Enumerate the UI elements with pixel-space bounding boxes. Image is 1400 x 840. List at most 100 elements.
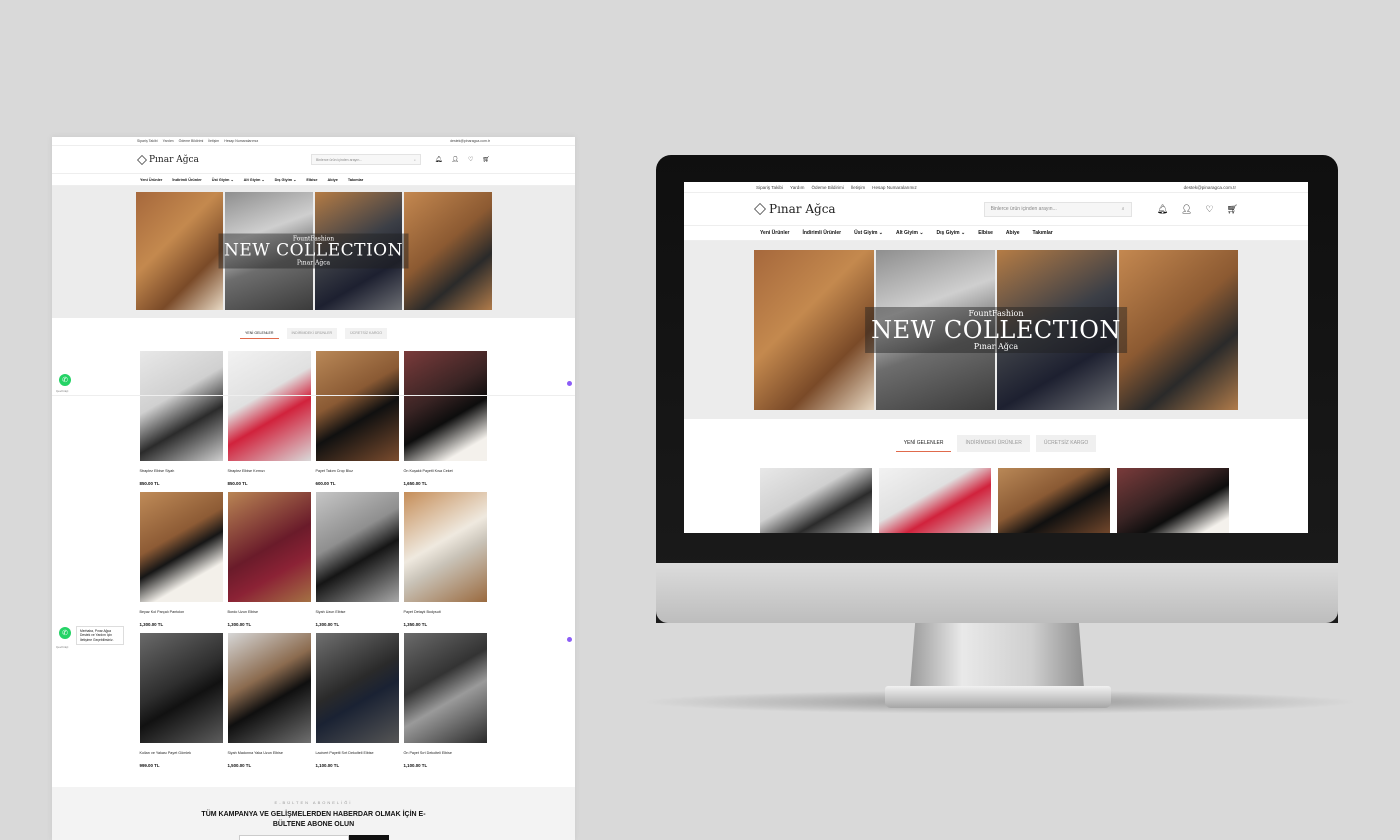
product-image[interactable] [315,492,399,602]
tab-discounted[interactable]: İNDİRİMDEKİ ÜRÜNLER [957,435,1030,452]
newsletter-email-field[interactable] [238,835,349,840]
link-bank-accounts[interactable]: Hesap Numaralarımız [224,139,258,143]
product-card[interactable]: Bordo Uzun Elbise 1,300.00 TL [227,492,311,627]
link-payment-notice[interactable]: Ödeme Bildirimi [179,139,204,143]
product-card[interactable]: Kolları ve Yakası Payet Gömlek 999.00 TL [139,633,223,768]
product-name[interactable]: Straplez Elbise Kırmızı [228,469,311,473]
logo-icon [754,203,766,215]
whatsapp-icon[interactable]: ✆ [59,374,71,386]
heart-icon[interactable]: ♡ [1205,204,1213,215]
hero-banner[interactable]: FountFashion NEW COLLECTION Pınar Ağca [135,192,492,310]
nav-item-bottoms[interactable]: Alt Giyim ⌄ [896,230,924,236]
product-image[interactable] [879,468,991,533]
link-payment-notice[interactable]: Ödeme Bildirimi [811,185,843,190]
product-image[interactable] [998,468,1110,533]
product-image[interactable] [227,351,311,461]
product-name[interactable]: Beyaz Kol Parçalı Pantolon [140,610,223,614]
nav-item-tops[interactable]: Üst Giyim ⌄ [212,177,234,182]
product-name[interactable]: Bordo Uzun Elbise [228,610,311,614]
product-card[interactable]: Siyah Madonna Yaka Uzun Elbise 1,500.00 T… [227,633,311,768]
product-image[interactable] [1117,468,1229,533]
tab-free-shipping[interactable]: ÜCRETSİZ KARGO [1035,435,1097,452]
product-image[interactable] [403,633,487,743]
user-icon[interactable]: 👤︎ [1181,204,1192,215]
search-icon[interactable]: ⌕ [414,158,416,162]
tab-free-shipping[interactable]: ÜCRETSİZ KARGO [345,328,388,339]
nav-item-new[interactable]: Yeni Ürünler [760,230,789,236]
product-image[interactable] [760,468,872,533]
logo[interactable]: Pınar Ağca [137,155,199,165]
support-email[interactable]: destek@pinaragca.com.tr [450,139,490,143]
product-card[interactable]: Straplez Elbise Siyah 850.00 TL [139,351,223,486]
nav-item-new[interactable]: Yeni Ürünler [140,178,162,182]
search-input[interactable]: Binlerce ürün içinden arayın... ⌕ [983,201,1132,217]
product-image[interactable] [315,633,399,743]
search-icon[interactable]: ⌕ [1122,206,1125,212]
nav-item-sets[interactable]: Takımlar [348,178,363,182]
product-card[interactable]: Straplez Elbise Kırmızı 850.00 TL [227,351,311,486]
product-image[interactable] [139,492,223,602]
product-name[interactable]: Ön Kuşaklı Payetli Kısa Ceket [404,469,487,473]
product-card[interactable]: Beyaz Kol Parçalı Pantolon 1,300.00 TL [139,492,223,627]
link-help[interactable]: Yardım [790,185,804,190]
bell-icon[interactable]: 🔔︎ [435,156,443,163]
product-card[interactable]: Payet Detaylı Bodysuit 1,350.00 TL [403,492,487,627]
chat-widget-dot[interactable] [567,637,572,642]
product-card[interactable]: Ön Kuşaklı Payetli Kısa Ceket 1,650.00 TL [403,351,487,486]
chat-widget-dot[interactable] [567,381,572,386]
product-card[interactable]: Ön Payet Sırt Dekolteli Elbise 1,100.00 T… [403,633,487,768]
heart-icon[interactable]: ♡ [468,156,473,163]
nav-item-dresses[interactable]: Elbise [306,178,317,182]
whatsapp-icon[interactable]: ✆ [59,627,71,639]
product-card[interactable]: Lacivert Payetli Sırt Dekolteli Elbise 1,… [315,633,399,768]
tab-new-arrivals[interactable]: YENİ GELENLER [239,328,279,339]
logo[interactable]: Pınar Ağca [754,202,836,216]
product-image[interactable] [139,633,223,743]
product-card[interactable]: Payet Takım Crop Bluz 600.00 TL [315,351,399,486]
whatsapp-message[interactable]: Merhaba, Pınar Ağca Destek ve Yardım İçi… [76,626,124,645]
product-name[interactable]: Ön Payet Sırt Dekolteli Elbise [404,751,487,755]
link-order-tracking[interactable]: Sipariş Takibi [756,185,783,190]
nav-item-bottoms[interactable]: Alt Giyim ⌄ [244,177,265,182]
link-bank-accounts[interactable]: Hesap Numaralarımız [872,185,917,190]
link-help[interactable]: Yardım [163,139,174,143]
product-name[interactable]: Straplez Elbise Siyah [140,469,223,473]
nav-item-evening[interactable]: Abiye [1006,230,1020,236]
product-image[interactable] [227,492,311,602]
product-image[interactable] [227,633,311,743]
bell-icon[interactable]: 🔔︎ [1157,204,1168,215]
tab-new-arrivals[interactable]: YENİ GELENLER [895,435,952,452]
cart-icon[interactable]: 🛒︎ [482,156,490,163]
nav-item-outerwear[interactable]: Dış Giyim ⌄ [937,230,966,236]
product-image[interactable] [139,351,223,461]
link-contact[interactable]: İletişim [851,185,865,190]
link-contact[interactable]: İletişim [208,139,219,143]
nav-item-discount[interactable]: İndirimli Ürünler [802,230,841,236]
product-image[interactable] [403,492,487,602]
top-bar: Sipariş Takibi Yardım Ödeme Bildirimi İl… [684,182,1308,193]
nav-item-discount[interactable]: İndirimli Ürünler [172,178,201,182]
product-name[interactable]: Payet Detaylı Bodysuit [404,610,487,614]
nav-item-sets[interactable]: Takımlar [1033,230,1053,236]
product-name[interactable]: Lacivert Payetli Sırt Dekolteli Elbise [316,751,399,755]
user-icon[interactable]: 👤︎ [451,156,459,163]
product-name[interactable]: Payet Takım Crop Bluz [316,469,399,473]
hero-banner[interactable]: FountFashion NEW COLLECTION Pınar Ağca [754,250,1238,410]
product-image[interactable] [403,351,487,461]
product-name[interactable]: Kolları ve Yakası Payet Gömlek [140,751,223,755]
link-order-tracking[interactable]: Sipariş Takibi [137,139,158,143]
product-image[interactable] [315,351,399,461]
cart-icon[interactable]: 🛒︎ [1227,204,1238,215]
product-name[interactable]: Siyah Madonna Yaka Uzun Elbise [228,751,311,755]
tab-discounted[interactable]: İNDİRİMDEKİ ÜRÜNLER [286,328,338,339]
header-icons: 🔔︎ 👤︎ ♡ 🛒︎ [1157,204,1238,215]
nav-item-tops[interactable]: Üst Giyim ⌄ [854,230,883,236]
nav-item-evening[interactable]: Abiye [328,178,338,182]
nav-item-dresses[interactable]: Elbise [978,230,993,236]
newsletter-subscribe-button[interactable] [348,835,389,840]
product-card[interactable]: Siyah Uzun Elbise 1,300.00 TL [315,492,399,627]
search-input[interactable]: Binlerce ürün içinden arayın... ⌕ [310,154,421,165]
nav-item-outerwear[interactable]: Dış Giyim ⌄ [275,177,297,182]
product-name[interactable]: Siyah Uzun Elbise [316,610,399,614]
support-email[interactable]: destek@pinaragca.com.tr [1184,185,1236,190]
